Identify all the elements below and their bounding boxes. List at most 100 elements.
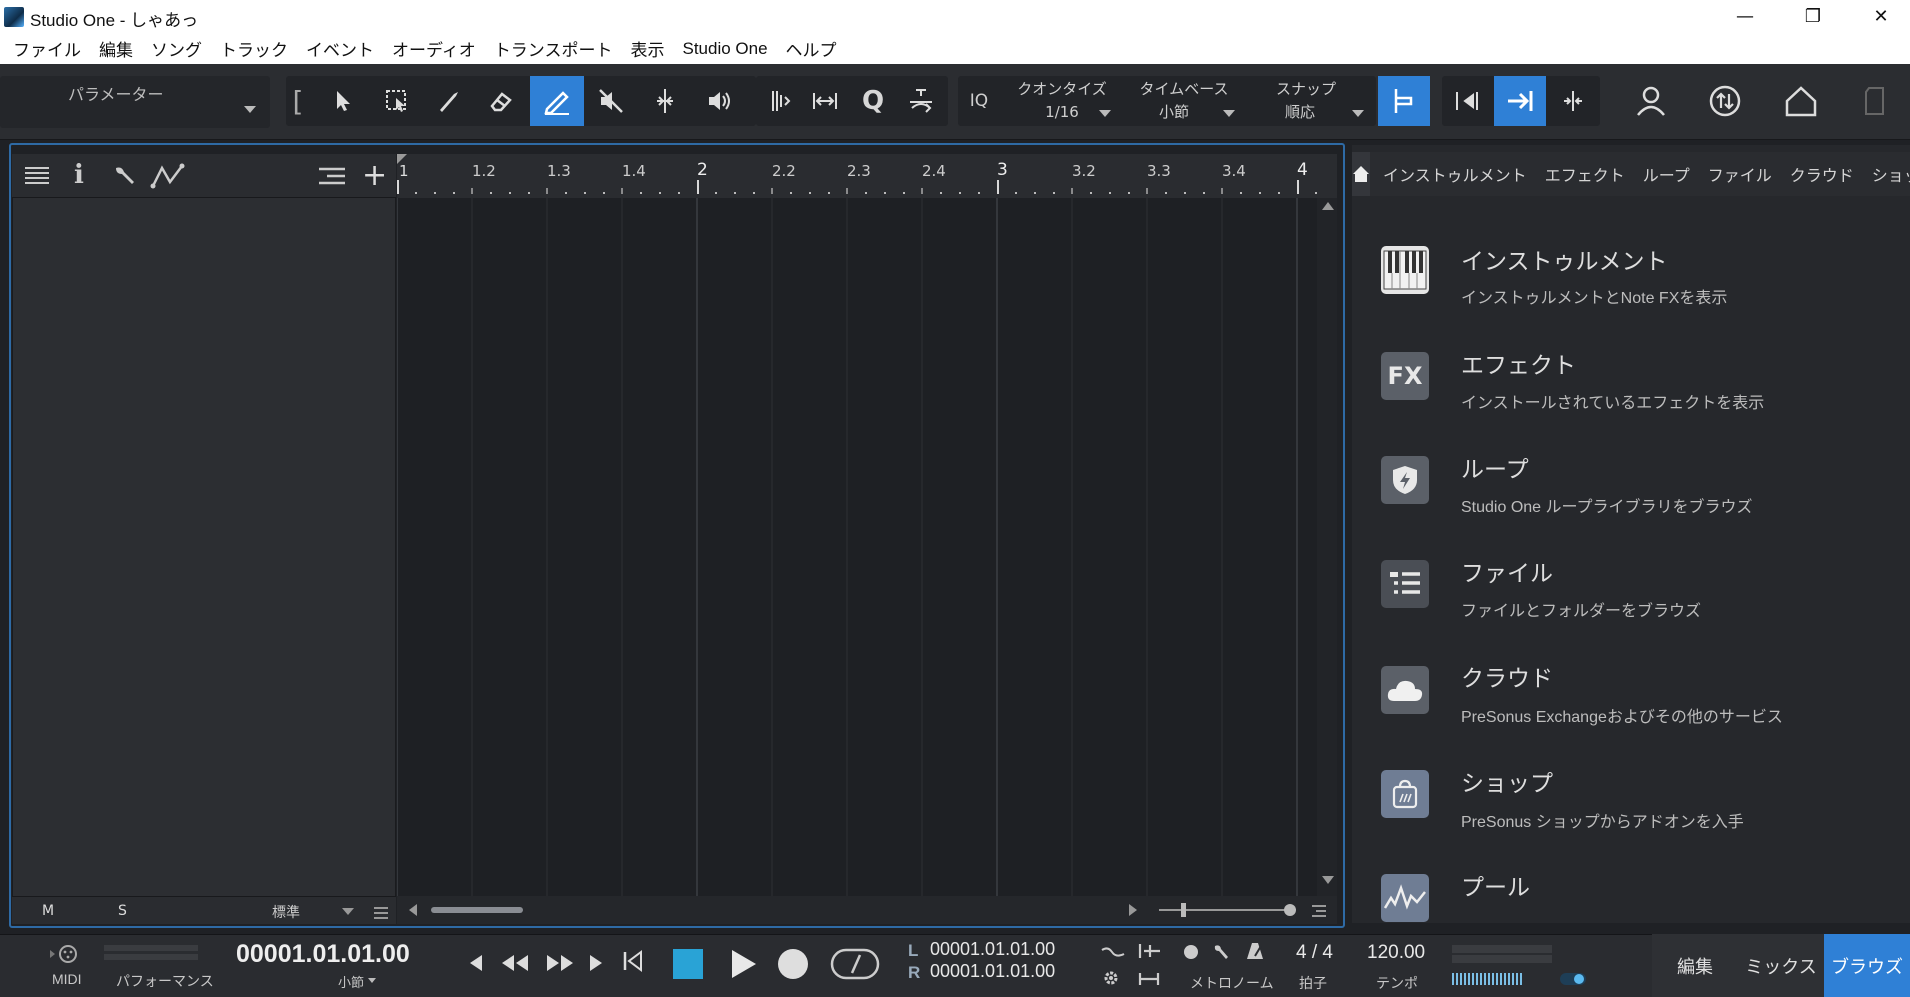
- home-button[interactable]: [1776, 76, 1826, 126]
- track-mode-select[interactable]: 標準: [272, 902, 300, 922]
- timebase-value[interactable]: 小節: [1124, 101, 1224, 123]
- snap-value[interactable]: 順応: [1250, 101, 1350, 123]
- paint-tool-button[interactable]: [530, 76, 584, 126]
- stretch-button[interactable]: [800, 76, 850, 126]
- global-solo-button[interactable]: S: [118, 903, 127, 919]
- preroll-icon[interactable]: [1136, 942, 1162, 964]
- track-list-panel[interactable]: [12, 154, 396, 924]
- menu-edit[interactable]: 編集: [90, 36, 142, 61]
- split-view-button[interactable]: [1548, 76, 1598, 126]
- quantize-dropdown-icon[interactable]: [1099, 110, 1111, 117]
- return-to-zero-button[interactable]: [622, 950, 644, 978]
- tab-to-transients-button[interactable]: [756, 76, 806, 126]
- loop-end-display[interactable]: 00001.01.01.00: [930, 961, 1055, 982]
- postroll-icon[interactable]: [1136, 971, 1162, 991]
- minimize-button[interactable]: —: [1716, 0, 1774, 33]
- tab-shop[interactable]: ショップ: [1863, 162, 1910, 186]
- page-edit-button[interactable]: 編集: [1652, 934, 1738, 997]
- snap-toggle-button[interactable]: [1378, 76, 1430, 126]
- page-browse-button[interactable]: ブラウズ: [1824, 934, 1910, 997]
- scroll-left-arrow-icon[interactable]: [409, 904, 417, 916]
- add-track-icon[interactable]: +: [362, 158, 387, 193]
- arrange-view[interactable]: [397, 154, 1337, 924]
- zoom-slider-handle[interactable]: [1181, 903, 1186, 917]
- bend-tool-button[interactable]: [640, 76, 690, 126]
- locate-left-button[interactable]: [1442, 76, 1492, 126]
- snap-dropdown-icon[interactable]: [1352, 110, 1364, 117]
- menu-track[interactable]: トラック: [211, 36, 297, 61]
- arrow-tool-button[interactable]: [318, 76, 368, 126]
- global-mute-button[interactable]: M: [42, 903, 54, 919]
- parameter-panel[interactable]: パラメーター: [0, 76, 270, 128]
- browser-item-cloud[interactable]: [1352, 648, 1902, 744]
- tempo-display[interactable]: 120.00: [1367, 942, 1425, 964]
- tab-cloud[interactable]: クラウド: [1781, 162, 1863, 186]
- master-volume-slider[interactable]: [1452, 973, 1524, 985]
- menu-audio[interactable]: オーディオ: [383, 36, 485, 61]
- browser-item-loops[interactable]: [1352, 440, 1902, 536]
- precount-icon[interactable]: [1100, 945, 1126, 964]
- restore-button[interactable]: ❐: [1784, 0, 1842, 33]
- loop-start-display[interactable]: 00001.01.01.00: [930, 939, 1055, 960]
- page-mix-button[interactable]: ミックス: [1738, 934, 1824, 997]
- prev-marker-button[interactable]: [466, 951, 484, 979]
- settings-gear-icon[interactable]: [1102, 969, 1120, 991]
- follow-button[interactable]: [1494, 76, 1546, 126]
- scroll-up-arrow-icon[interactable]: [1322, 202, 1334, 210]
- browser-item-shop[interactable]: [1352, 752, 1902, 848]
- menu-studio-one[interactable]: Studio One: [673, 39, 776, 59]
- wrench-icon[interactable]: [112, 164, 138, 192]
- autoscroll-button[interactable]: [896, 76, 946, 126]
- time-signature-display[interactable]: 4 / 4: [1296, 942, 1333, 964]
- timebase-dropdown-icon[interactable]: [1223, 110, 1235, 117]
- zoom-slider[interactable]: [1159, 909, 1287, 911]
- eraser-tool-button[interactable]: [476, 76, 526, 126]
- position-unit-label[interactable]: 小節: [338, 972, 364, 991]
- track-list-menu-icon[interactable]: [24, 166, 50, 188]
- tab-loops[interactable]: ループ: [1634, 162, 1699, 186]
- menu-song[interactable]: ソング: [142, 36, 211, 61]
- autopunch-icon[interactable]: [1184, 945, 1198, 959]
- next-marker-button[interactable]: [588, 951, 606, 979]
- monitor-toggle[interactable]: [1560, 973, 1586, 985]
- quantize-value[interactable]: 1/16: [1012, 101, 1112, 123]
- fast-forward-button[interactable]: [545, 951, 575, 979]
- browser-item-files[interactable]: [1352, 544, 1902, 640]
- track-options-icon[interactable]: [318, 166, 346, 190]
- close-button[interactable]: ✕: [1852, 0, 1910, 33]
- scroll-down-arrow-icon[interactable]: [1322, 876, 1334, 884]
- song-page-button[interactable]: [1850, 76, 1900, 126]
- timeline-ruler[interactable]: 1 1.2 1.3 1.4 2 2.2 2.3 2.4 3 3.2 3.3 3.…: [397, 154, 1337, 198]
- position-display[interactable]: 00001.01.01.00: [236, 940, 410, 969]
- menu-file[interactable]: ファイル: [4, 36, 90, 61]
- split-tool-button[interactable]: [424, 76, 474, 126]
- loop-button[interactable]: [830, 947, 880, 987]
- menu-transport[interactable]: トランスポート: [485, 36, 622, 61]
- performance-label[interactable]: パフォーマンス: [116, 971, 214, 991]
- listen-tool-button[interactable]: [694, 76, 744, 126]
- footer-list-icon[interactable]: [374, 904, 388, 923]
- tab-files[interactable]: ファイル: [1699, 162, 1781, 186]
- tab-effects[interactable]: エフェクト: [1536, 162, 1634, 186]
- stop-button[interactable]: [673, 949, 703, 979]
- midi-port-icon[interactable]: [46, 943, 82, 969]
- tab-instruments[interactable]: インストゥルメント: [1374, 162, 1536, 186]
- browser-item-effects[interactable]: [1352, 336, 1902, 432]
- scroll-right-arrow-icon[interactable]: [1129, 904, 1137, 916]
- menu-view[interactable]: 表示: [621, 36, 673, 61]
- play-button[interactable]: [728, 947, 758, 987]
- parameter-dropdown-icon[interactable]: [244, 106, 256, 113]
- browser-item-pool[interactable]: プール: [1352, 862, 1902, 922]
- metronome-settings-icon[interactable]: [1212, 943, 1230, 965]
- browser-home-tab[interactable]: [1352, 152, 1370, 196]
- mute-tool-button[interactable]: [586, 76, 636, 126]
- sync-button[interactable]: [1700, 76, 1750, 126]
- horizontal-scroll-thumb[interactable]: [431, 907, 523, 913]
- zoom-options-icon[interactable]: [1311, 902, 1327, 922]
- rewind-button[interactable]: [500, 951, 530, 979]
- quantize-q-button[interactable]: Q: [848, 76, 898, 126]
- position-unit-dropdown-icon[interactable]: [368, 978, 376, 983]
- range-tool-button[interactable]: [372, 76, 422, 126]
- track-mode-dropdown-icon[interactable]: [342, 908, 354, 915]
- automation-curve-icon[interactable]: [150, 162, 186, 194]
